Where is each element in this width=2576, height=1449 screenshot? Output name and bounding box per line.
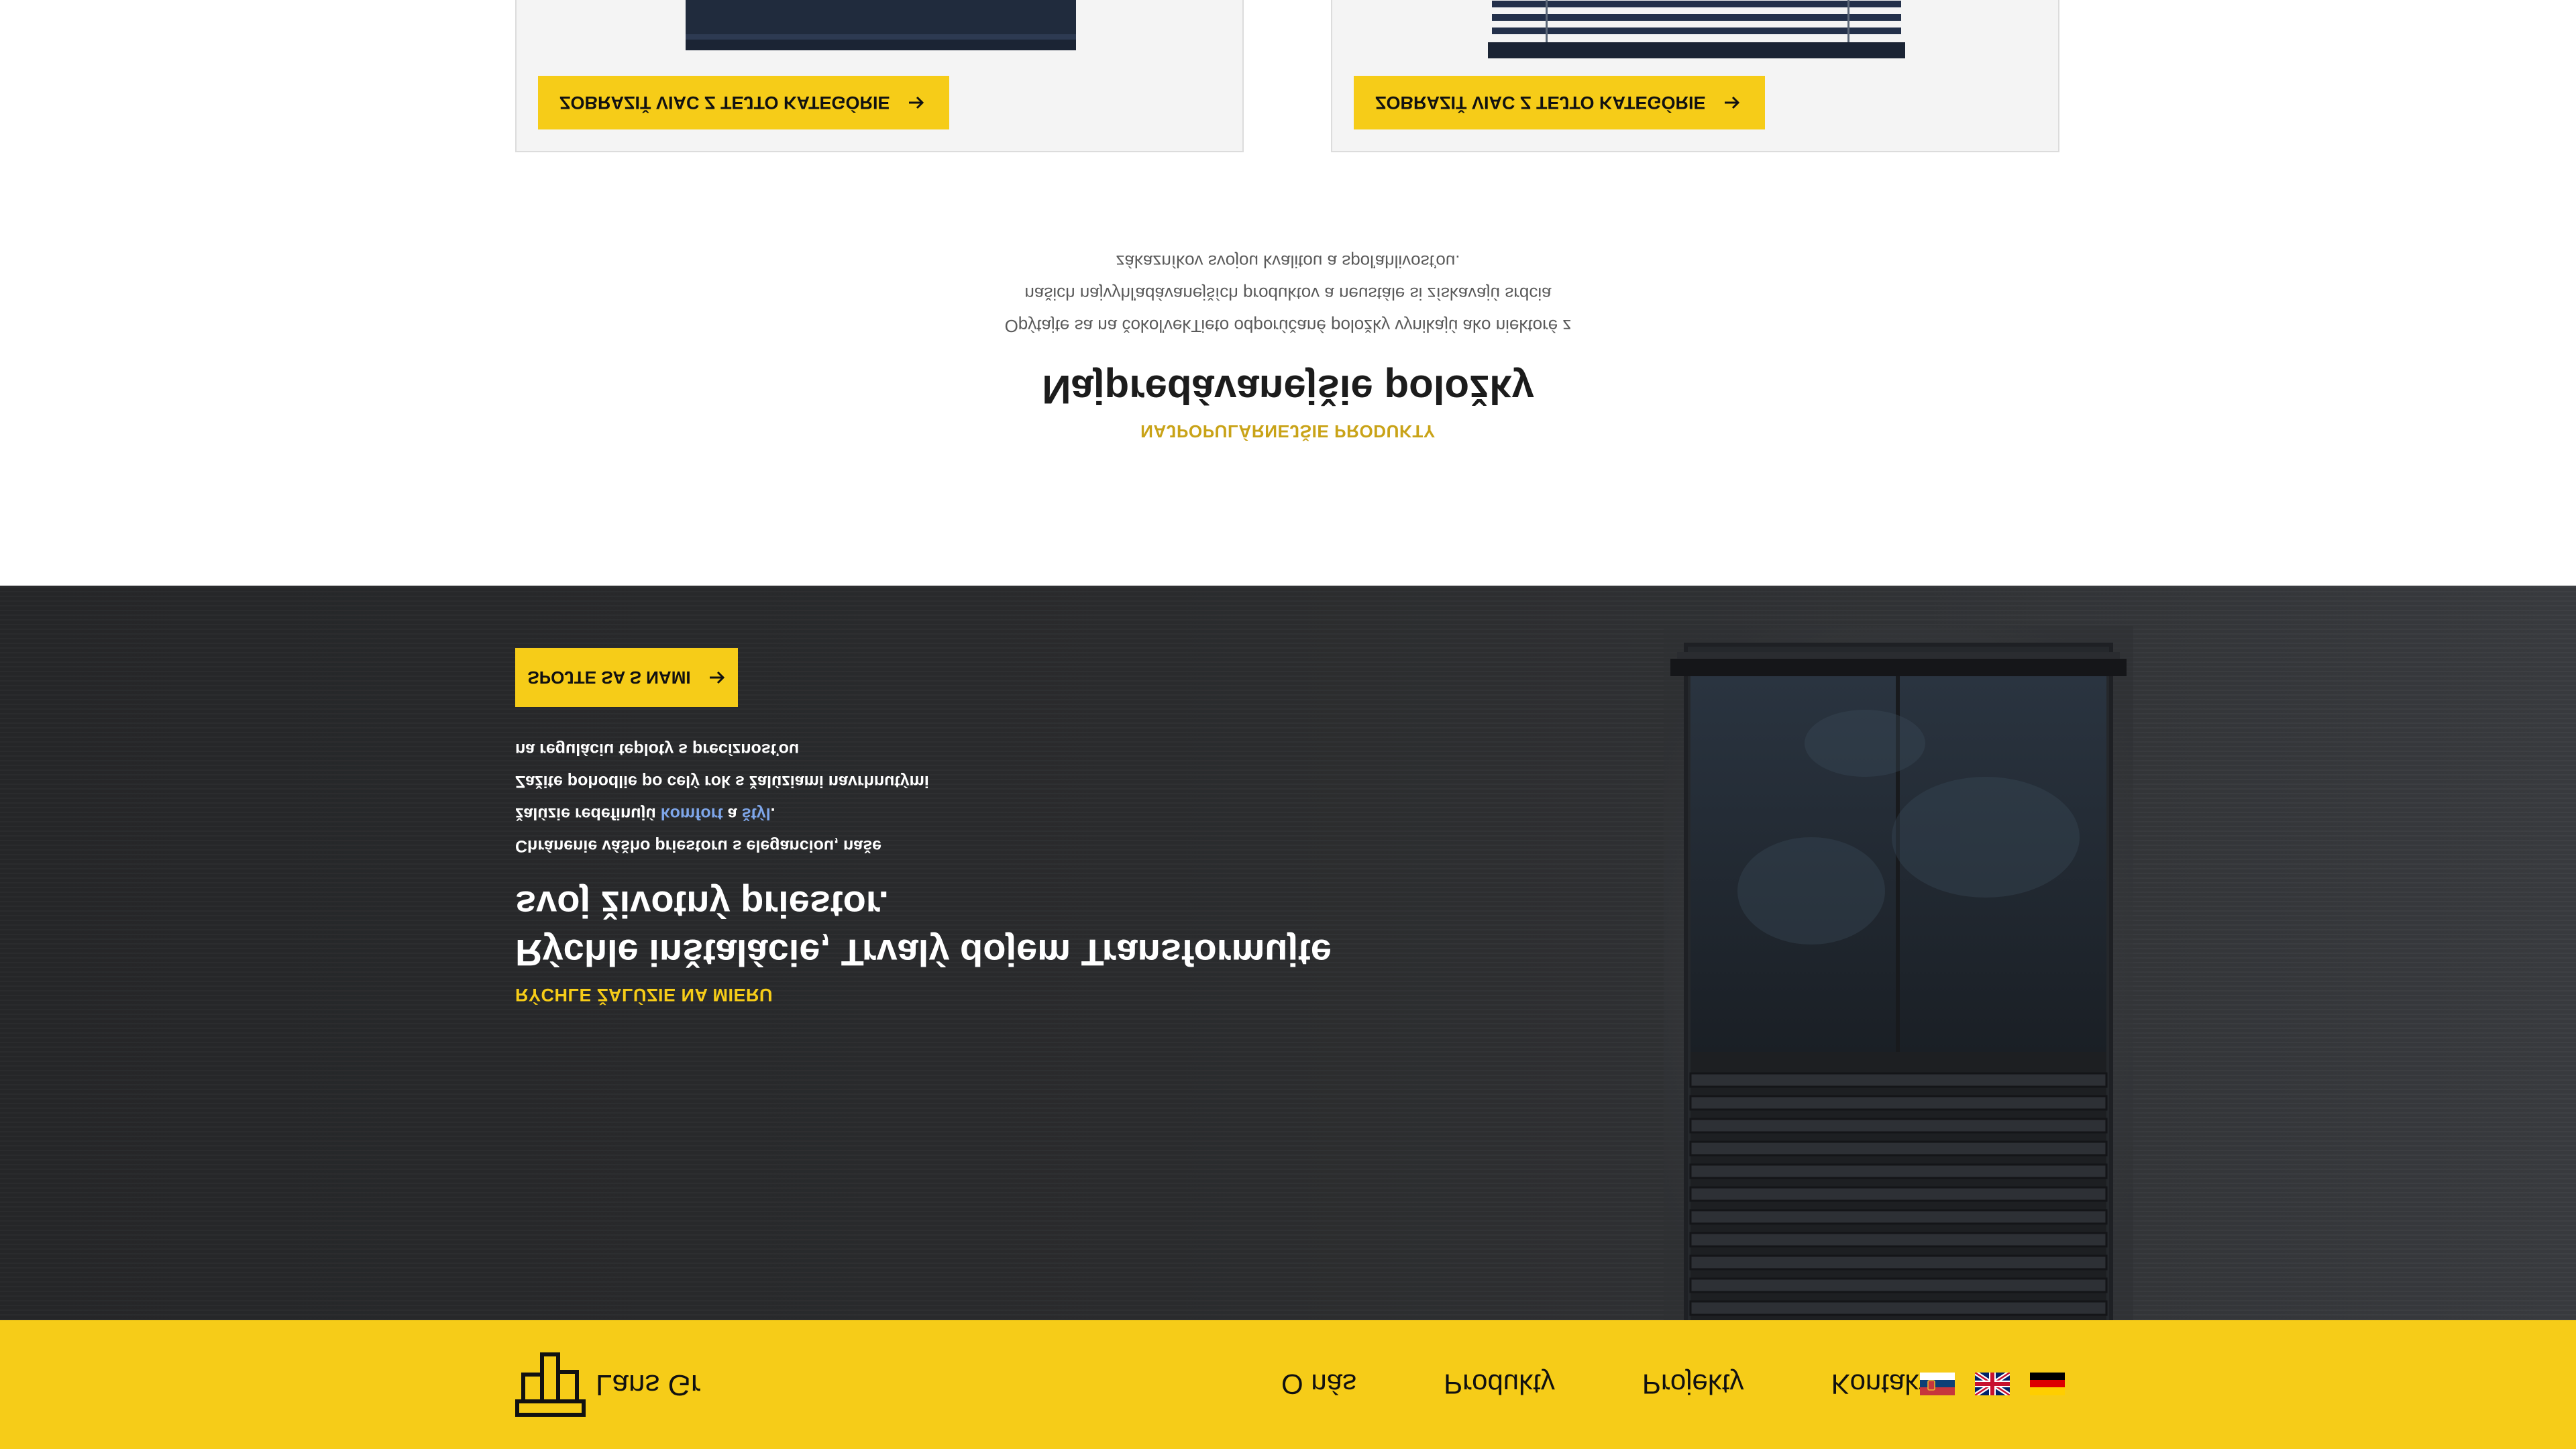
nav-item-kontakt[interactable]: Kontakt — [1831, 1360, 1927, 1407]
blind-slats — [1689, 1052, 2108, 1320]
nav-item-produkty[interactable]: Produkty — [1444, 1360, 1555, 1407]
roller-blind-image — [686, 0, 1076, 50]
venetian-blind-image — [1488, 0, 1905, 58]
uk-flag-icon[interactable] — [1975, 1373, 2010, 1395]
hero-desc-line: žalúzie redefinujú komfort a štýl. — [515, 798, 1119, 830]
window-blinds-image — [1664, 626, 2133, 1320]
popular-desc-line: zákazníkov svojou kvalitou a spoľahlivos… — [1116, 252, 1460, 272]
arrow-right-icon — [1724, 96, 1739, 109]
language-switcher — [1920, 1371, 2065, 1395]
german-flag-icon[interactable] — [2030, 1373, 2065, 1395]
view-category-button[interactable]: ZOBRAZIŤ VIAC Z TEJTO KATEGÓRIE — [538, 76, 949, 129]
popular-desc-line: našich najvyhľadávanejších produktov a n… — [1024, 284, 1552, 304]
logo-text[interactable]: Lans Gr — [596, 1359, 701, 1410]
popular-title: Najpredávanejšie položky — [1042, 367, 1534, 412]
popular-desc-line: Opýtajte sa na čokoľvekTieto odporúčané … — [1004, 316, 1572, 336]
highlight-comfort: komfort — [660, 804, 723, 823]
logo-icon[interactable] — [515, 1352, 586, 1417]
site-header: Lans Gr O nás Produkty Projekty Kontakt — [0, 1320, 2576, 1449]
hero-eyebrow: RÝCHLE ŽALÚZIE NA MIERU — [515, 985, 773, 1005]
nav-item-o-nas[interactable]: O nás — [1281, 1360, 1356, 1407]
hero-title-line: svoj životný priestor. — [515, 883, 890, 926]
hero-desc-line: Zažite pohodlie po celý rok s žalúziami … — [515, 772, 929, 791]
nav-item-projekty[interactable]: Projekty — [1642, 1360, 1744, 1407]
arrow-right-icon — [709, 671, 724, 684]
hero-desc-line: na reguláciu teploty s precíznosťou — [515, 740, 800, 759]
contact-us-button[interactable]: SPOJTE SA S NAMI — [515, 648, 738, 707]
serbian-flag-icon[interactable] — [1920, 1373, 1955, 1395]
view-category-button[interactable]: ZOBRAZIŤ VIAC Z TEJTO KATEGÓRIE — [1354, 76, 1765, 129]
popular-eyebrow: NAJPOPULÁRNEJŠIE PRODUKTY — [1140, 421, 1436, 441]
hero-desc-text: žalúzie redefinujú — [515, 804, 661, 823]
hero-title-line: Rýchle inštalácie, Trvalý dojem Transfor… — [515, 932, 1332, 974]
view-category-label: ZOBRAZIŤ VIAC Z TEJTO KATEGÓRIE — [1375, 93, 1706, 113]
arrow-right-icon — [908, 96, 924, 109]
highlight-style: štýl — [741, 804, 771, 823]
product-card: ZOBRAZIŤ VIAC Z TEJTO KATEGÓRIE — [1331, 0, 2059, 152]
hero-title: Rýchle inštalácie, Trvalý dojem Transfor… — [515, 880, 1387, 977]
hero-section: RÝCHLE ŽALÚZIE NA MIERU Rýchle inštaláci… — [0, 586, 2576, 1320]
popular-description: Opýtajte sa na čokoľvekTieto odporúčané … — [953, 246, 1623, 342]
hero-description: Chránenie vášho priestoru s eleganciou, … — [515, 733, 1119, 862]
hero-desc-line: Chránenie vášho priestoru s eleganciou, … — [515, 837, 882, 855]
hero-desc-text: . — [770, 804, 775, 823]
hero-desc-text: a — [722, 804, 742, 823]
contact-us-label: SPOJTE SA S NAMI — [527, 667, 691, 688]
product-card: ZOBRAZIŤ VIAC Z TEJTO KATEGÓRIE — [515, 0, 1244, 152]
main-nav: O nás Produkty Projekty Kontakt — [1281, 1360, 1927, 1407]
view-category-label: ZOBRAZIŤ VIAC Z TEJTO KATEGÓRIE — [559, 93, 890, 113]
